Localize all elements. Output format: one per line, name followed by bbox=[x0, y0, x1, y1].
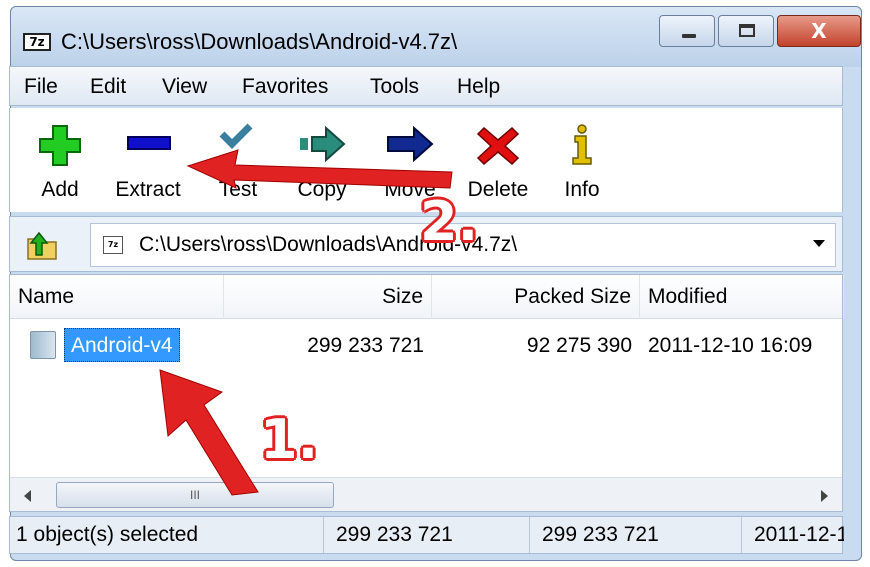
close-icon: X bbox=[811, 19, 827, 43]
status-size-2: 299 233 721 bbox=[530, 517, 742, 553]
info-button[interactable]: Info bbox=[542, 108, 622, 212]
menu-file[interactable]: File bbox=[24, 75, 58, 99]
scroll-right-icon[interactable] bbox=[821, 490, 828, 502]
status-bar: 1 object(s) selected 299 233 721 299 233… bbox=[9, 516, 844, 554]
status-selection: 1 object(s) selected bbox=[10, 517, 324, 553]
menu-bar: File Edit View Favorites Tools Help bbox=[9, 66, 843, 106]
move-arrow-icon bbox=[387, 125, 434, 163]
column-packed-size[interactable]: Packed Size bbox=[432, 275, 640, 319]
status-size: 299 233 721 bbox=[324, 517, 530, 553]
status-date: 2011-12-10 bbox=[754, 523, 844, 546]
test-button[interactable]: Test bbox=[198, 108, 278, 212]
delete-x-icon bbox=[476, 126, 520, 166]
menu-edit[interactable]: Edit bbox=[90, 75, 126, 99]
info-icon bbox=[572, 124, 592, 165]
close-button[interactable]: X bbox=[777, 15, 861, 47]
folder-icon bbox=[30, 331, 56, 359]
column-name[interactable]: Name bbox=[10, 275, 224, 319]
maximize-icon bbox=[739, 24, 755, 37]
scroll-thumb[interactable]: III bbox=[56, 482, 334, 508]
chevron-down-icon[interactable] bbox=[813, 240, 825, 247]
menu-view[interactable]: View bbox=[162, 75, 207, 99]
7zip-app-icon: 7z bbox=[23, 33, 51, 51]
minimize-icon bbox=[682, 34, 696, 38]
row-modified: 2011-12-10 16:09 bbox=[648, 334, 813, 357]
row-name[interactable]: Android-v4 bbox=[64, 328, 180, 362]
add-label: Add bbox=[41, 178, 79, 201]
plus-icon bbox=[39, 125, 81, 166]
minimize-button[interactable] bbox=[659, 15, 715, 47]
info-label: Info bbox=[564, 178, 600, 201]
window-title: C:\Users\ross\Downloads\Android-v4.7z\ bbox=[61, 29, 458, 54]
test-icon bbox=[219, 123, 253, 149]
row-size: 299 233 721 bbox=[307, 334, 424, 357]
copy-arrow-icon bbox=[300, 125, 346, 163]
scroll-left-icon[interactable] bbox=[24, 490, 31, 502]
column-size[interactable]: Size bbox=[224, 275, 432, 319]
folder-up-icon[interactable] bbox=[22, 225, 62, 265]
menu-help[interactable]: Help bbox=[457, 75, 500, 99]
copy-button[interactable]: Copy bbox=[282, 108, 362, 212]
file-list: Name Size Packed Size Modified Android-v… bbox=[9, 274, 844, 512]
row-packed-size: 92 275 390 bbox=[526, 334, 632, 357]
maximize-button[interactable] bbox=[718, 15, 774, 47]
table-row[interactable]: Android-v4 299 233 721 92 275 390 2011-1… bbox=[10, 327, 842, 365]
copy-label: Copy bbox=[297, 178, 347, 201]
step-2-label: 2. bbox=[420, 190, 479, 253]
add-button[interactable]: Add bbox=[20, 108, 100, 212]
column-header: Name Size Packed Size Modified bbox=[10, 275, 844, 319]
menu-tools[interactable]: Tools bbox=[370, 75, 419, 99]
horizontal-scrollbar[interactable]: III bbox=[10, 477, 842, 511]
minus-icon bbox=[127, 136, 171, 150]
menu-favorites[interactable]: Favorites bbox=[242, 75, 328, 99]
step-1-label: 1. bbox=[260, 408, 319, 471]
extract-button[interactable]: Extract bbox=[108, 108, 188, 212]
test-label: Test bbox=[218, 178, 258, 201]
archive-icon: 7z bbox=[103, 236, 123, 254]
column-modified[interactable]: Modified bbox=[640, 275, 844, 319]
extract-label: Extract bbox=[115, 178, 181, 201]
